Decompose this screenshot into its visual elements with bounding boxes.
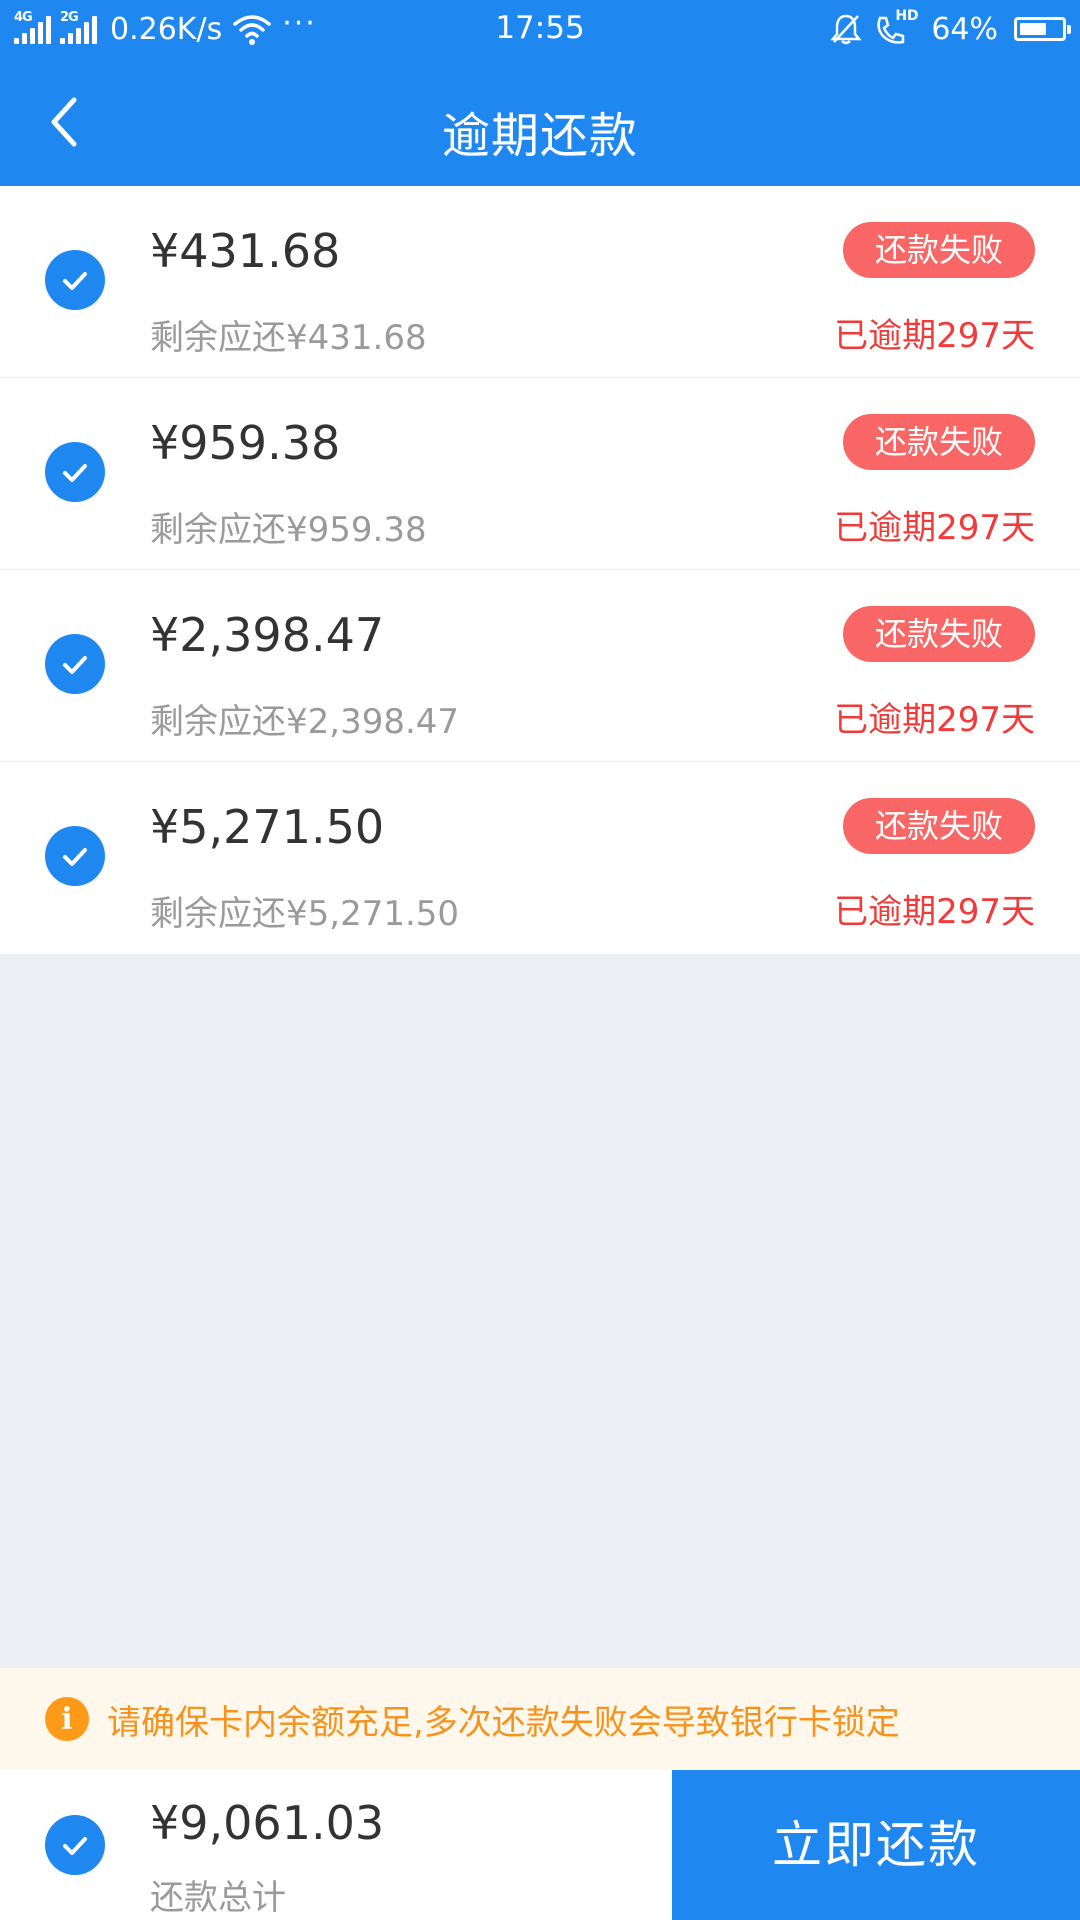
total-label: 还款总计 [150,1878,286,1918]
checkmark-icon [63,272,87,290]
bill-row[interactable]: ¥5,271.50 剩余应还¥5,271.50 还款失败 已逾期297天 [0,762,1080,954]
select-checkbox[interactable] [45,826,105,886]
bill-row[interactable]: ¥431.68 剩余应还¥431.68 还款失败 已逾期297天 [0,186,1080,378]
overdue-days: 已逾期297天 [834,316,1035,356]
battery-icon [1014,17,1071,41]
checkmark-icon [63,656,87,674]
bill-row[interactable]: ¥2,398.47 剩余应还¥2,398.47 还款失败 已逾期297天 [0,570,1080,762]
select-checkbox[interactable] [45,442,105,502]
checkmark-icon [63,464,87,482]
status-badge: 还款失败 [843,606,1035,662]
overdue-days: 已逾期297天 [834,700,1035,740]
page-title: 逾期还款 [441,108,638,164]
checkmark-icon [63,848,87,866]
info-icon: i [45,1697,89,1741]
bill-row[interactable]: ¥959.38 剩余应还¥959.38 还款失败 已逾期297天 [0,378,1080,570]
select-checkbox[interactable] [45,634,105,694]
status-right: HD 64% [829,8,1071,50]
overdue-bill-list: ¥431.68 剩余应还¥431.68 还款失败 已逾期297天 ¥959.38… [0,186,1080,954]
bell-muted-icon [830,14,862,45]
remaining-due: 剩余应还¥5,271.50 [150,894,460,934]
hd-label: HD [895,8,919,24]
remaining-due: 剩余应还¥431.68 [150,318,427,358]
battery-level-fill [1020,23,1046,35]
select-all-checkbox[interactable] [45,1815,105,1875]
bill-amount: ¥431.68 [150,224,341,278]
status-badge: 还款失败 [843,222,1035,278]
hd-call-icon: HD [873,8,919,46]
overdue-repayment-screen: 4G 2G 0.26K/s ··· 17:55 HD 64% 逾期还款 ¥431… [0,0,1080,1920]
battery-percent: 64% [931,11,998,47]
app-header: 逾期还款 [0,58,1080,186]
notice-text: 请确保卡内余额充足,多次还款失败会导致银行卡锁定 [107,1702,900,1743]
status-bar: 4G 2G 0.26K/s ··· 17:55 HD 64% [0,0,1080,58]
select-checkbox[interactable] [45,250,105,310]
remaining-due: 剩余应还¥2,398.47 [150,702,460,742]
status-badge: 还款失败 [843,798,1035,854]
checkmark-icon [63,1837,87,1855]
bill-amount: ¥5,271.50 [150,800,385,854]
remaining-due: 剩余应还¥959.38 [150,510,427,550]
bottom-summary-bar: ¥9,061.03 还款总计 立即还款 [0,1770,1080,1920]
bill-amount: ¥959.38 [150,416,341,470]
overdue-days: 已逾期297天 [834,508,1035,548]
repay-now-button[interactable]: 立即还款 [672,1770,1080,1920]
status-badge: 还款失败 [843,414,1035,470]
total-amount: ¥9,061.03 [150,1796,385,1850]
balance-warning-notice: i 请确保卡内余额充足,多次还款失败会导致银行卡锁定 [0,1668,1080,1770]
overdue-days: 已逾期297天 [834,892,1035,932]
bill-amount: ¥2,398.47 [150,608,385,662]
